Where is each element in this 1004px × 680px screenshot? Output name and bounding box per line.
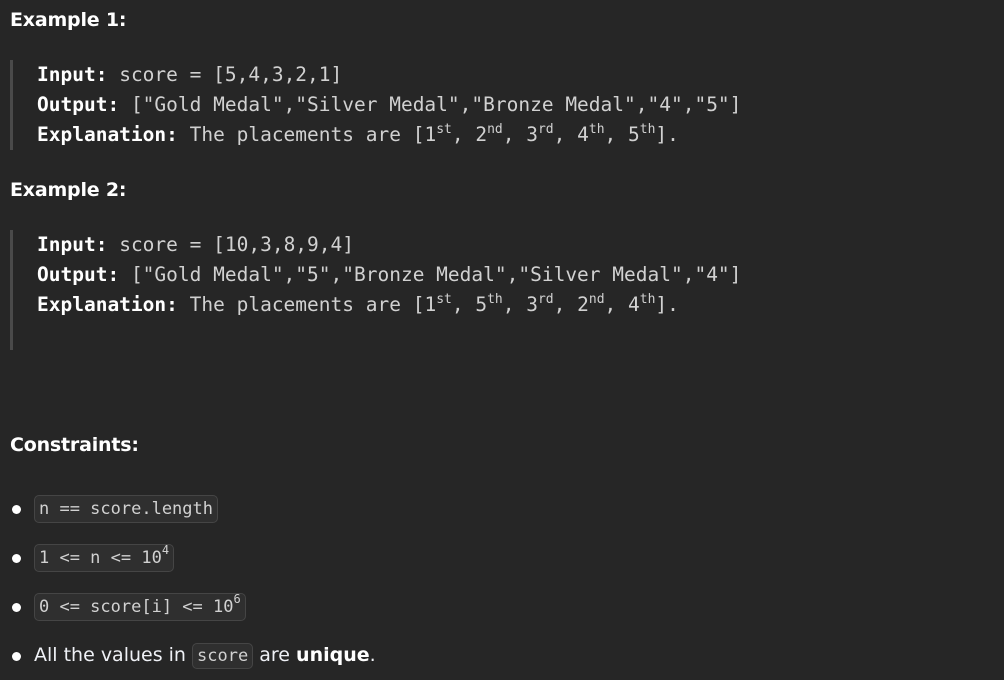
example-2-output-line: Output: ["Gold Medal","5","Bronze Medal"… — [37, 260, 741, 290]
example-1-block: Input: score = [5,4,3,2,1] Output: ["Gol… — [10, 60, 741, 150]
placement: 1st — [424, 121, 452, 147]
input-label: Input: — [37, 233, 108, 256]
example-1-input-line: Input: score = [5,4,3,2,1] — [37, 60, 741, 90]
constraint-item: n == score.length — [10, 484, 376, 533]
bullet-icon — [12, 602, 21, 612]
constraint-code: n == score.length — [34, 494, 218, 523]
explanation-prefix: The placements are [ — [189, 123, 425, 146]
example-2-block: Input: score = [10,3,8,9,4] Output: ["Go… — [10, 230, 741, 350]
placement: 5th — [475, 291, 503, 317]
example-1-heading: Example 1: — [10, 9, 127, 31]
constraint-item: All the values in score are unique. — [10, 631, 376, 680]
constraint-item: 0 <= score[i] <= 106 — [10, 582, 376, 631]
input-value: score = [5,4,3,2,1] — [119, 63, 343, 86]
input-label: Input: — [37, 63, 108, 86]
constraint-code: 0 <= score[i] <= 106 — [34, 592, 246, 621]
bullet-icon — [12, 553, 21, 563]
placement: 2nd — [577, 291, 605, 317]
constraint-code: score — [192, 643, 254, 669]
constraints-heading: Constraints: — [10, 434, 139, 456]
constraint-code: 1 <= n <= 104 — [34, 543, 175, 572]
placement: 2nd — [475, 121, 503, 147]
output-label: Output: — [37, 93, 120, 116]
output-value: ["Gold Medal","Silver Medal","Bronze Med… — [130, 93, 742, 116]
example-2-input-line: Input: score = [10,3,8,9,4] — [37, 230, 741, 260]
input-value: score = [10,3,8,9,4] — [119, 233, 355, 256]
output-label: Output: — [37, 263, 120, 286]
example-1-explanation-line: Explanation: The placements are [1st, 2n… — [37, 121, 679, 147]
placement: 4th — [577, 121, 605, 147]
example-2-explanation-line: Explanation: The placements are [1st, 5t… — [37, 291, 679, 317]
bullet-icon — [12, 651, 21, 661]
explanation-label: Explanation: — [37, 123, 178, 146]
example-1-output-line: Output: ["Gold Medal","Silver Medal","Br… — [37, 90, 741, 120]
placement: 4th — [628, 291, 656, 317]
placement: 3rd — [526, 121, 554, 147]
placement: 5th — [628, 121, 656, 147]
explanation-label: Explanation: — [37, 293, 178, 316]
placement: 3rd — [526, 291, 554, 317]
constraint-text: All the values in score are unique. — [34, 643, 376, 669]
explanation-suffix: ]. — [655, 123, 679, 146]
output-value: ["Gold Medal","5","Bronze Medal","Silver… — [130, 263, 742, 286]
constraint-item: 1 <= n <= 104 — [10, 533, 376, 582]
example-2-heading: Example 2: — [10, 179, 127, 201]
explanation-prefix: The placements are [ — [189, 293, 425, 316]
constraints-list: n == score.length 1 <= n <= 104 0 <= sco… — [10, 484, 376, 680]
placement: 1st — [424, 291, 452, 317]
bullet-icon — [12, 504, 21, 514]
explanation-suffix: ]. — [655, 293, 679, 316]
